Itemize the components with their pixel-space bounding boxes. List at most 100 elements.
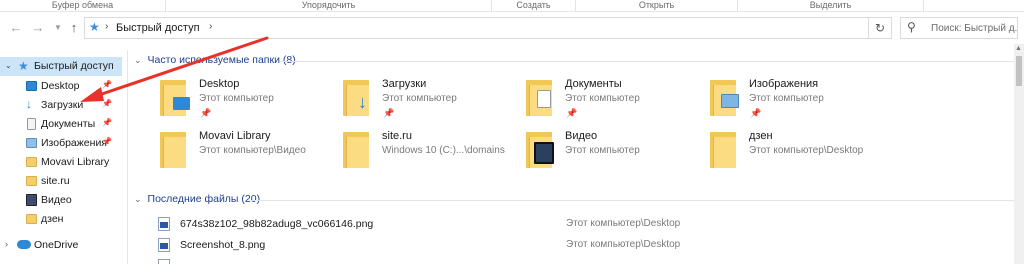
chevron-right-icon[interactable]: › (5, 239, 8, 249)
pin-icon: 📌 (566, 108, 578, 118)
pin-icon: 📌 (102, 99, 112, 108)
address-bar[interactable]: ★ › Быстрый доступ › ⌄ (84, 17, 892, 39)
arrow-right-icon[interactable]: → (30, 20, 46, 36)
cloud-icon (17, 240, 31, 249)
folder-tile-site-ru[interactable]: site.ru Windows 10 (C:)...\domains (343, 130, 523, 180)
folder-name: дзен (749, 130, 773, 142)
sidebar-item-label: дзен (41, 213, 64, 225)
refresh-icon[interactable]: ↻ (868, 17, 892, 39)
ribbon-group-bar: Буфер обмена Упорядочить Создать Открыть… (0, 0, 1024, 12)
pin-icon: 📌 (102, 118, 112, 127)
content-pane: ⌄ Часто используемые папки (8) Desktop Эт… (130, 50, 1024, 264)
pin-icon: 📌 (383, 108, 395, 118)
sidebar-item-label: Документы (41, 118, 96, 130)
folder-path: Этот компьютер\Desktop (749, 145, 864, 156)
ribbon-group-clipboard: Буфер обмена (0, 0, 166, 12)
pin-icon: 📌 (102, 80, 112, 89)
sidebar-item-desktop[interactable]: Desktop 📌 (0, 77, 122, 96)
folder-name: Видео (565, 130, 598, 142)
sidebar-item-quick-access[interactable]: ⌄ ★ Быстрый доступ (0, 57, 122, 76)
chevron-down-icon[interactable]: ⌄ (134, 194, 142, 204)
folder-icon (26, 214, 37, 224)
navigation-pane: ⌄ ★ Быстрый доступ Desktop 📌 ↓ Загрузки … (0, 50, 128, 264)
folder-icon (710, 132, 736, 168)
chevron-right-icon[interactable]: › (105, 21, 108, 32)
folder-name: Документы (565, 78, 622, 90)
pin-icon: 📌 (102, 137, 112, 146)
scroll-up-icon[interactable]: ▲ (1015, 45, 1022, 52)
section-divider (250, 200, 1015, 201)
folder-name: Desktop (199, 78, 240, 90)
chevron-down-icon[interactable]: ⌄ (134, 55, 142, 65)
folder-name: Movavi Library (199, 130, 271, 142)
video-icon (26, 194, 37, 206)
folder-tile-downloads[interactable]: ↓ Загрузки Этот компьютер 📌 (343, 78, 523, 128)
sidebar-item-label: Быстрый доступ (34, 60, 114, 72)
arrow-up-icon[interactable]: ↑ (66, 20, 82, 36)
folder-path: Windows 10 (C:)...\domains (382, 145, 505, 156)
arrow-left-icon[interactable]: ← (8, 20, 24, 36)
ribbon-group-organize: Упорядочить (166, 0, 492, 12)
folder-icon (160, 132, 186, 168)
recent-file-name: 674s38z102_98b82adug8_vc066146.png (180, 218, 374, 230)
folder-tile-pictures[interactable]: Изображения Этот компьютер 📌 (710, 78, 890, 128)
sidebar-item-site-ru[interactable]: site.ru (0, 172, 122, 191)
folder-path: Этот компьютер\Видео (199, 145, 306, 156)
search-input[interactable]: ⚲ Поиск: Быстрый д... (900, 17, 1018, 39)
sidebar-item-onedrive[interactable]: › OneDrive (0, 236, 122, 255)
folder-name: site.ru (382, 130, 412, 142)
folder-path: Этот компьютер (749, 93, 824, 104)
folder-path: Этот компьютер (382, 93, 457, 104)
chevron-down-icon[interactable]: ▼ (50, 20, 66, 36)
sidebar-item-pictures[interactable]: Изображения 📌 (0, 134, 122, 153)
film-overlay-icon (534, 142, 554, 164)
sidebar-item-video[interactable]: Видео (0, 191, 122, 210)
sidebar-item-movavi-library[interactable]: Movavi Library (0, 153, 122, 172)
section-title: Часто используемые папки (8) (147, 54, 296, 66)
folder-icon (343, 132, 369, 168)
pin-icon: 📌 (200, 108, 212, 118)
search-icon: ⚲ (907, 20, 916, 34)
desktop-icon (26, 81, 37, 91)
document-icon (27, 118, 36, 130)
folder-tile-desktop[interactable]: Desktop Этот компьютер 📌 (160, 78, 340, 128)
recent-file-location: Этот компьютер\Desktop (566, 239, 681, 250)
folder-path: Этот компьютер (565, 93, 640, 104)
folder-icon (26, 176, 37, 186)
folder-tile-dzen[interactable]: дзен Этот компьютер\Desktop (710, 130, 890, 180)
section-title: Последние файлы (20) (147, 193, 261, 205)
recent-file-row-partial[interactable] (130, 257, 1010, 264)
recent-file-row[interactable]: Screenshot_8.png Этот компьютер\Desktop (130, 236, 1010, 255)
scrollbar-thumb[interactable] (1016, 56, 1022, 86)
folder-tile-video[interactable]: Видео Этот компьютер (526, 130, 706, 180)
chevron-right-icon[interactable]: › (209, 21, 212, 32)
quick-access-star-icon: ★ (89, 20, 100, 34)
section-header-frequent[interactable]: ⌄ Часто используемые папки (8) (134, 54, 296, 66)
sidebar-item-label: OneDrive (34, 239, 79, 251)
ribbon-group-new: Создать (492, 0, 576, 12)
folder-icon (26, 157, 37, 167)
download-arrow-icon: ↓ (26, 97, 32, 111)
star-icon: ★ (18, 59, 29, 73)
recent-file-location: Этот компьютер\Desktop (566, 218, 681, 229)
folder-name: Загрузки (382, 78, 427, 90)
sidebar-item-label: Загрузки (41, 99, 84, 111)
sidebar-item-downloads[interactable]: ↓ Загрузки 📌 (0, 96, 122, 115)
sidebar-item-dzen[interactable]: дзен (0, 210, 122, 229)
section-header-recent[interactable]: ⌄ Последние файлы (20) (134, 193, 260, 205)
download-overlay-icon: ↓ (358, 92, 367, 112)
folder-tile-documents[interactable]: Документы Этот компьютер 📌 (526, 78, 706, 128)
breadcrumb-quick-access[interactable]: Быстрый доступ (116, 22, 200, 34)
sidebar-item-label: Movavi Library (41, 156, 110, 168)
pin-icon: 📌 (750, 108, 762, 118)
chevron-down-icon[interactable]: ⌄ (5, 61, 12, 70)
search-placeholder: Поиск: Быстрый д... (931, 23, 1017, 34)
folder-path: Этот компьютер (199, 93, 274, 104)
vertical-scrollbar[interactable]: ▲ (1014, 44, 1024, 264)
ribbon-group-select: Выделить (738, 0, 924, 12)
recent-file-row[interactable]: 674s38z102_98b82adug8_vc066146.png Этот … (130, 215, 1010, 234)
picture-overlay-icon (721, 94, 739, 108)
folder-tile-movavi-library[interactable]: Movavi Library Этот компьютер\Видео (160, 130, 340, 180)
sidebar-item-documents[interactable]: Документы 📌 (0, 115, 122, 134)
picture-icon (26, 138, 37, 148)
